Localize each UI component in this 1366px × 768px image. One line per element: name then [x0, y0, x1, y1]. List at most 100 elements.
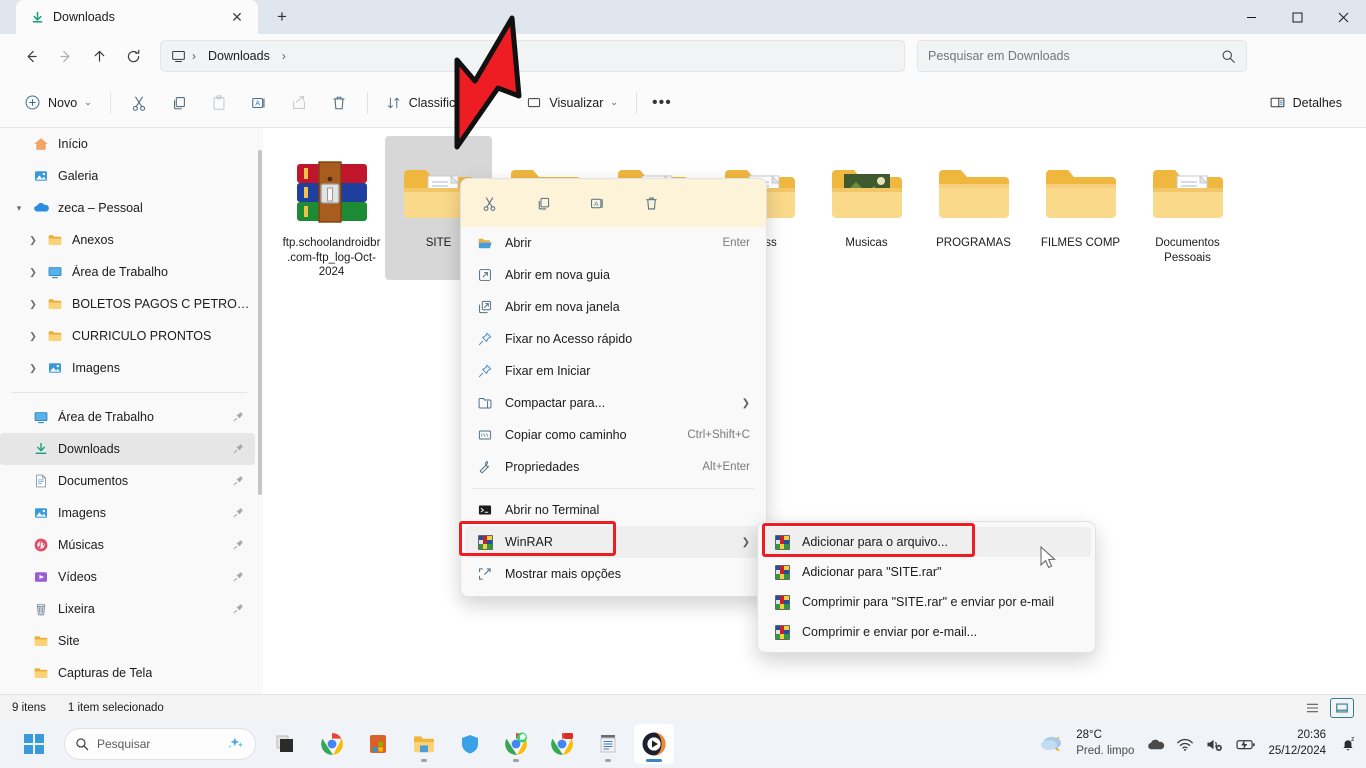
- chevron-right-icon[interactable]: ❯: [22, 331, 44, 342]
- chrome-taskbar-icon[interactable]: [312, 724, 352, 764]
- list-view-button[interactable]: [1300, 698, 1324, 718]
- chevron-right-icon[interactable]: ❯: [22, 299, 44, 310]
- sidebar-item-galeria[interactable]: Galeria: [0, 160, 255, 192]
- context-menu-item-compactar-para[interactable]: Compactar para... ❯: [465, 387, 762, 419]
- tab-close-button[interactable]: ✕: [224, 5, 250, 29]
- sidebar-item-imagens[interactable]: ❯ Imagens: [0, 352, 255, 384]
- breadcrumb-separator-2[interactable]: ›: [282, 49, 286, 63]
- share-button[interactable]: [279, 87, 319, 119]
- context-menu-item-fixar-no-acesso-r-pido[interactable]: Fixar no Acesso rápido: [465, 323, 762, 355]
- context-menu[interactable]: A Abrir Enter Abrir em nova guia Abrir em n…: [459, 178, 767, 597]
- submenu-item[interactable]: Comprimir para "SITE.rar" e enviar por e…: [762, 587, 1091, 617]
- pin-icon[interactable]: [232, 602, 245, 615]
- context-menu-item-mostrar-mais-op-es[interactable]: Mostrar mais opções: [465, 558, 762, 590]
- sidebar-item-capturas-de-tela[interactable]: Capturas de Tela: [0, 657, 255, 689]
- context-menu-item-abrir[interactable]: Abrir Enter: [465, 227, 762, 259]
- sidebar-item-in-cio[interactable]: Início: [0, 128, 255, 160]
- close-button[interactable]: [1320, 0, 1366, 34]
- context-menu-item-abrir-em-nova-janela[interactable]: Abrir em nova janela: [465, 291, 762, 323]
- pin-icon[interactable]: [232, 506, 245, 519]
- delete-button[interactable]: [319, 87, 359, 119]
- chevron-down-icon[interactable]: ▾: [8, 203, 30, 214]
- copy-button[interactable]: [159, 87, 199, 119]
- file-item[interactable]: ftp.schoolandroidbr.com-ftp_log-Oct-2024: [278, 136, 385, 280]
- new-button[interactable]: Novo ⌄: [14, 87, 102, 119]
- tab-downloads[interactable]: Downloads ✕: [16, 0, 258, 34]
- sidebar-item-rea-de-trabalho[interactable]: ❯ Área de Trabalho: [0, 256, 255, 288]
- context-menu-item-copiar-como-caminho[interactable]: Copiar como caminho Ctrl+Shift+C: [465, 419, 762, 451]
- back-button[interactable]: [14, 40, 48, 72]
- start-button[interactable]: [14, 724, 54, 764]
- context-copy-button[interactable]: [529, 189, 557, 217]
- context-menu-item-propriedades[interactable]: Propriedades Alt+Enter: [465, 451, 762, 483]
- sidebar-item-boletos-pagos-c-petrobras[interactable]: ❯ BOLETOS PAGOS C PETROBRAS: [0, 288, 255, 320]
- sidebar-item-rea-de-trabalho[interactable]: Área de Trabalho: [0, 401, 255, 433]
- sidebar-item-zeca-pessoal[interactable]: ▾ zeca – Pessoal: [0, 192, 255, 224]
- pin-icon[interactable]: [232, 538, 245, 551]
- wifi-tray-icon[interactable]: [1176, 737, 1194, 752]
- file-item[interactable]: Documentos Pessoais: [1134, 136, 1241, 280]
- notification-bell-icon[interactable]: z: [1338, 734, 1358, 754]
- navigation-pane[interactable]: Início Galeria ▾ zeca – Pessoal ❯ Anexos ❯ Área…: [0, 128, 263, 694]
- context-menu-item-winrar[interactable]: WinRAR ❯: [465, 526, 762, 558]
- sidebar-item-anexos[interactable]: ❯ Anexos: [0, 224, 255, 256]
- pin-icon[interactable]: [232, 410, 245, 423]
- file-item[interactable]: FILMES COMP: [1027, 136, 1134, 280]
- breadcrumb-current[interactable]: Downloads: [202, 47, 276, 65]
- taskbar-search-box[interactable]: Pesquisar: [64, 728, 256, 760]
- task-view-button[interactable]: [266, 724, 306, 764]
- sidebar-item-curriculo-prontos[interactable]: ❯ CURRICULO PRONTOS: [0, 320, 255, 352]
- context-menu-item-fixar-em-iniciar[interactable]: Fixar em Iniciar: [465, 355, 762, 387]
- sidebar-item-downloads[interactable]: Downloads: [0, 433, 255, 465]
- sidebar-item-lixeira[interactable]: Lixeira: [0, 593, 255, 625]
- sidebar-scrollbar[interactable]: [258, 150, 262, 495]
- whatsapp-chrome-taskbar-icon[interactable]: [496, 724, 536, 764]
- details-pane-icon: [1270, 97, 1285, 108]
- context-cut-button[interactable]: [475, 189, 503, 217]
- onedrive-tray-icon[interactable]: [1146, 737, 1165, 752]
- sidebar-item-imagens[interactable]: Imagens: [0, 497, 255, 529]
- volume-muted-tray-icon[interactable]: [1205, 737, 1224, 752]
- context-delete-button[interactable]: [637, 189, 665, 217]
- minimize-button[interactable]: [1228, 0, 1274, 34]
- up-button[interactable]: [82, 40, 116, 72]
- sidebar-item-v-deos[interactable]: Vídeos: [0, 561, 255, 593]
- media-player-taskbar-icon[interactable]: [634, 724, 674, 764]
- search-input[interactable]: [928, 49, 1221, 63]
- pin-icon[interactable]: [232, 442, 245, 455]
- sidebar-item-documentos[interactable]: Documentos: [0, 465, 255, 497]
- chevron-right-icon[interactable]: ❯: [22, 363, 44, 374]
- paste-button[interactable]: [199, 87, 239, 119]
- rename-button[interactable]: A: [239, 87, 279, 119]
- search-box[interactable]: [917, 40, 1247, 72]
- battery-tray-icon[interactable]: [1235, 737, 1256, 752]
- pin-icon[interactable]: [232, 474, 245, 487]
- details-pane-button[interactable]: Detalhes: [1259, 87, 1352, 119]
- windows-security-taskbar-icon[interactable]: [450, 724, 490, 764]
- submenu-item[interactable]: Comprimir e enviar por e-mail...: [762, 617, 1091, 647]
- file-item[interactable]: PROGRAMAS: [920, 136, 1027, 280]
- pin-icon[interactable]: [232, 570, 245, 583]
- cut-button[interactable]: [119, 87, 159, 119]
- context-menu-item-abrir-no-terminal[interactable]: Abrir no Terminal: [465, 494, 762, 526]
- chevron-right-icon[interactable]: ❯: [22, 235, 44, 246]
- chrome-app-taskbar-icon[interactable]: [542, 724, 582, 764]
- microsoft-store-taskbar-icon[interactable]: [358, 724, 398, 764]
- context-menu-item-abrir-em-nova-guia[interactable]: Abrir em nova guia: [465, 259, 762, 291]
- refresh-button[interactable]: [116, 40, 150, 72]
- more-options-button[interactable]: •••: [645, 87, 679, 119]
- chevron-right-icon[interactable]: ❯: [22, 267, 44, 278]
- sidebar-item-m-sicas[interactable]: Músicas: [0, 529, 255, 561]
- new-tab-button[interactable]: +: [268, 4, 296, 30]
- weather-widget[interactable]: 28°C Pred. limpo: [1040, 728, 1134, 759]
- context-rename-button[interactable]: A: [583, 189, 611, 217]
- notepad-taskbar-icon[interactable]: [588, 724, 628, 764]
- maximize-button[interactable]: [1274, 0, 1320, 34]
- winrar-submenu[interactable]: Adicionar para o arquivo... Adicionar par…: [757, 521, 1096, 653]
- forward-button[interactable]: [48, 40, 82, 72]
- large-icons-view-button[interactable]: [1330, 697, 1354, 718]
- sidebar-item-site[interactable]: Site: [0, 625, 255, 657]
- file-explorer-taskbar-icon[interactable]: [404, 724, 444, 764]
- clock[interactable]: 20:36 25/12/2024: [1268, 728, 1326, 759]
- file-item[interactable]: Musicas: [813, 136, 920, 280]
